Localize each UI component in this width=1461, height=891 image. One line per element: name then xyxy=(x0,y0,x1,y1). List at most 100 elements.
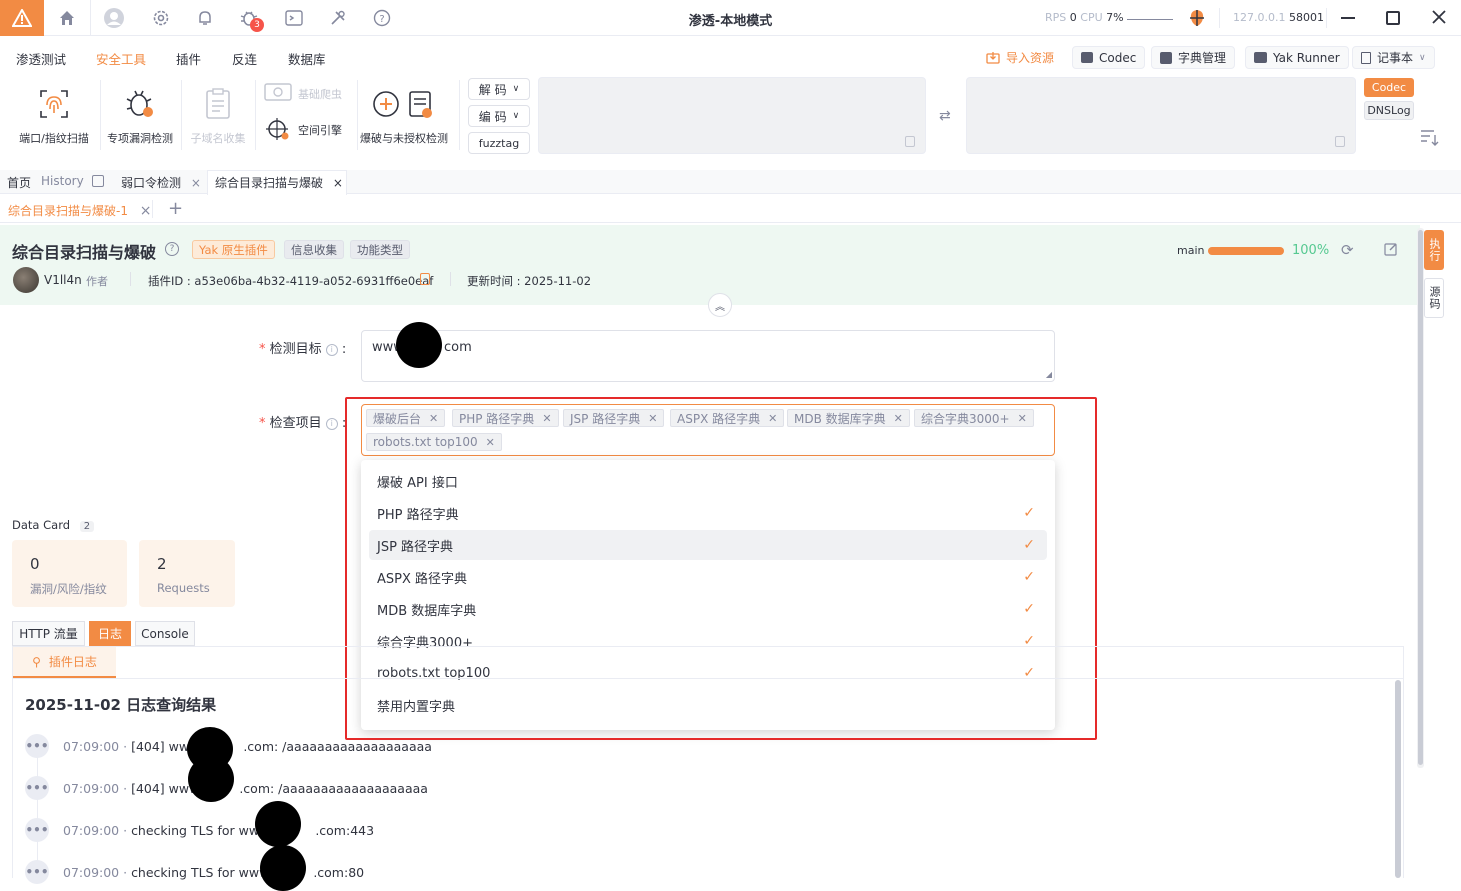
space-engine-tool[interactable]: 空间引擎 xyxy=(264,116,354,144)
tab-log[interactable]: 日志 xyxy=(89,621,131,646)
branch-label: main xyxy=(1177,244,1205,257)
tab-weak-password[interactable]: 弱口令检测 × xyxy=(121,174,201,191)
table-icon[interactable] xyxy=(92,175,104,187)
target-input[interactable]: www com ◢ xyxy=(361,330,1055,382)
tab-home[interactable]: 首页 xyxy=(7,174,31,191)
tag-yak-native: Yak 原生插件 xyxy=(192,240,275,259)
menu-security-tools[interactable]: 安全工具 xyxy=(96,49,146,68)
edit-icon[interactable] xyxy=(1384,242,1398,259)
tag-function-type: 功能类型 xyxy=(350,240,410,259)
codec-button[interactable]: Codec xyxy=(1072,46,1146,69)
more-icon[interactable]: ••• xyxy=(25,860,49,884)
tab-dir-scan[interactable]: 综合目录扫描与爆破 × xyxy=(215,174,343,191)
author-role: 作者 xyxy=(86,275,108,288)
copy-icon[interactable] xyxy=(1335,136,1345,147)
log-row: ••• 07:09:00 · checking TLS for www .com:… xyxy=(25,818,374,842)
close-icon[interactable]: × xyxy=(333,176,343,190)
menu-reverse[interactable]: 反连 xyxy=(232,49,257,68)
redaction-blot xyxy=(188,756,234,802)
more-icon[interactable]: ••• xyxy=(25,818,49,842)
progress-bar xyxy=(1208,247,1284,255)
subdomain-tool[interactable]: 子域名收集 xyxy=(180,86,256,146)
crawler-label: 基础爬虫 xyxy=(298,88,342,101)
import-resources-button[interactable]: 导入资源 xyxy=(978,46,1062,69)
chevron-down-icon: ∨ xyxy=(512,111,520,121)
codec-input-box[interactable] xyxy=(538,77,926,154)
target-label: * 检测目标 i : xyxy=(259,342,347,357)
document-icon xyxy=(200,86,236,122)
log-scrollbar[interactable] xyxy=(1395,680,1401,878)
minimize-button[interactable] xyxy=(1341,17,1355,19)
vuln-count: 0 xyxy=(30,555,40,573)
brute-tool[interactable]: 爆破与未授权检测 xyxy=(359,86,449,146)
menu-database[interactable]: 数据库 xyxy=(288,49,326,68)
space-engine-label: 空间引擎 xyxy=(298,124,342,137)
crawler-tool[interactable]: 基础爬虫 xyxy=(264,82,354,106)
close-icon[interactable]: × xyxy=(140,203,152,219)
decode-button[interactable]: 解 码 ∨ xyxy=(468,78,530,100)
plugin-header xyxy=(0,225,1420,305)
tab-http-traffic[interactable]: HTTP 流量 xyxy=(12,621,85,646)
swap-icon[interactable]: ⇄ xyxy=(939,108,951,124)
tab-console[interactable]: Console xyxy=(135,621,195,646)
more-icon[interactable]: ••• xyxy=(25,776,49,800)
requests-card[interactable]: 2 Requests xyxy=(139,540,235,607)
update-time: 更新时间 : 2025-11-02 xyxy=(467,274,592,288)
log-title: 2025-11-02 日志查询结果 xyxy=(25,696,217,714)
log-row: ••• 07:09:00 · checking TLS for www .com:… xyxy=(25,860,364,884)
encode-button[interactable]: 编 码 ∨ xyxy=(468,105,530,127)
menu-pentest[interactable]: 渗透测试 xyxy=(16,49,66,68)
branch-icon: ⚲ xyxy=(32,654,41,669)
help-icon[interactable]: ? xyxy=(165,242,179,256)
plugin-title: 综合目录扫描与爆破 xyxy=(12,243,157,262)
sub-tab-dir-scan-1[interactable]: 综合目录扫描与爆破-1 × xyxy=(8,202,152,219)
rps-status: RPS 0 CPU 7% xyxy=(1045,11,1124,24)
add-tab-button[interactable]: + xyxy=(168,198,183,219)
author-name[interactable]: V1ll4n xyxy=(44,273,82,287)
subdomain-label: 子域名收集 xyxy=(190,132,246,145)
tab-history[interactable]: History xyxy=(41,174,84,188)
close-button[interactable] xyxy=(1430,8,1448,29)
side-tab-execute[interactable]: 执行 xyxy=(1424,230,1444,270)
notebook-icon xyxy=(1361,51,1371,64)
copy-icon[interactable] xyxy=(905,136,915,147)
copy-icon[interactable] xyxy=(420,273,430,285)
side-tab-source[interactable]: 源码 xyxy=(1424,278,1444,318)
refresh-icon[interactable]: ⟳ xyxy=(1341,241,1354,259)
info-icon[interactable]: i xyxy=(325,343,338,356)
notebook-button[interactable]: 记事本 ∨ xyxy=(1352,46,1435,69)
vuln-check-tool[interactable]: 专项漏洞检测 xyxy=(102,86,178,146)
tag-info-collect: 信息收集 xyxy=(284,240,344,259)
dict-manage-button[interactable]: 字典管理 xyxy=(1151,46,1236,69)
redaction-blot xyxy=(260,845,306,891)
plugin-id: 插件ID : a53e06ba-4b32-4119-a052-6931ff6e0… xyxy=(148,274,434,288)
chevron-down-icon: ∨ xyxy=(1419,52,1426,63)
menu-plugins[interactable]: 插件 xyxy=(176,49,201,68)
maximize-button[interactable] xyxy=(1386,11,1400,25)
port-scan-label: 端口/指纹扫描 xyxy=(19,132,89,145)
title-bar: 3 ? 渗透-本地模式 RPS 0 CPU 7% 127.0.0.1 58001 xyxy=(0,0,1461,36)
main-scrollbar[interactable] xyxy=(1417,228,1424,768)
collapse-up-icon[interactable]: ︽ xyxy=(708,293,732,317)
info-icon[interactable]: i xyxy=(325,417,338,430)
vuln-card[interactable]: 0 漏洞/风险/指纹 xyxy=(12,540,127,607)
target-value-suffix: com xyxy=(444,340,472,355)
codec-tab[interactable]: Codec xyxy=(1364,78,1414,97)
port-scan-tool[interactable]: 端口/指纹扫描 xyxy=(16,86,92,146)
avatar[interactable] xyxy=(13,267,39,293)
fingerprint-icon xyxy=(36,86,72,122)
codec-output-box[interactable] xyxy=(966,77,1356,154)
engine-logo-icon[interactable] xyxy=(1186,8,1208,31)
fuzztag-button[interactable]: fuzztag xyxy=(468,132,530,154)
sort-icon[interactable] xyxy=(1420,128,1440,149)
data-card-title: Data Card 2 xyxy=(12,518,95,532)
plugin-log-tab[interactable]: ⚲ 插件日志 xyxy=(13,647,116,678)
resize-handle[interactable]: ◢ xyxy=(1046,370,1052,379)
close-icon[interactable]: × xyxy=(191,176,201,190)
more-icon[interactable]: ••• xyxy=(25,734,49,758)
dnslog-tab[interactable]: DNSLog xyxy=(1364,101,1414,120)
yak-runner-button[interactable]: Yak Runner xyxy=(1245,46,1349,69)
bug-scan-icon xyxy=(122,86,158,122)
requests-label: Requests xyxy=(157,581,210,595)
codec-icon xyxy=(1081,52,1093,63)
